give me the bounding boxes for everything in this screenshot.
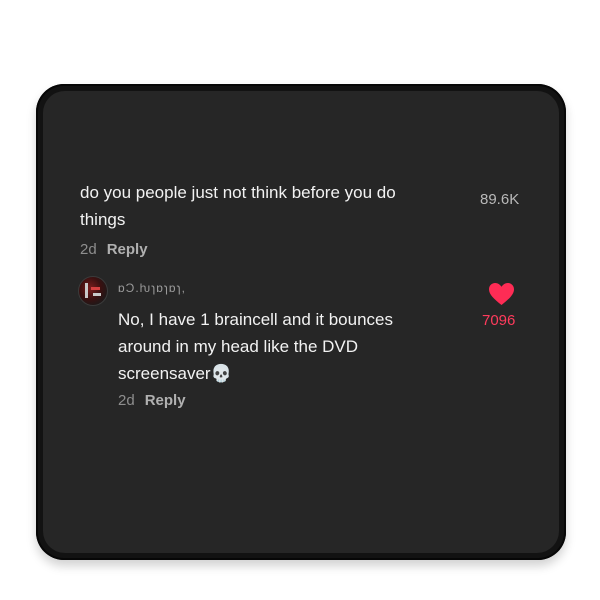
reply-age: 2d bbox=[118, 392, 135, 409]
comment-like-count: 89.6K bbox=[480, 191, 520, 208]
reply-text-line-2: around in my head like the DVD bbox=[118, 337, 359, 356]
heart-icon[interactable] bbox=[488, 282, 515, 306]
comment-age: 2d bbox=[80, 241, 97, 258]
avatar-detail bbox=[85, 283, 88, 298]
comment-text-line-1: do you people just not think before you … bbox=[80, 183, 396, 202]
reply-like-count: 7096 bbox=[482, 312, 516, 329]
reply-reply-button[interactable]: Reply bbox=[145, 392, 186, 409]
skull-icon: 💀 bbox=[210, 364, 232, 383]
avatar-detail bbox=[93, 293, 101, 296]
reply-text-line-1: No, I have 1 braincell and it bounces bbox=[118, 310, 394, 329]
avatar-detail bbox=[91, 287, 100, 290]
reply-body: No, I have 1 braincell and it bounces ar… bbox=[118, 306, 393, 387]
reply-text-line-3: screensaver💀 bbox=[118, 360, 393, 387]
avatar[interactable] bbox=[78, 276, 108, 306]
comment-body: do you people just not think before you … bbox=[80, 179, 396, 233]
comment-meta: 2d Reply bbox=[80, 241, 148, 258]
comment-text-line-2: things bbox=[80, 210, 126, 229]
comment-reply-button[interactable]: Reply bbox=[107, 241, 148, 258]
reply-username[interactable]: ɒƆ.ƕɿɒɿɒɿ, bbox=[118, 281, 186, 295]
reply-text-line-3-text: screensaver bbox=[118, 364, 211, 383]
reply-meta: 2d Reply bbox=[118, 392, 186, 409]
